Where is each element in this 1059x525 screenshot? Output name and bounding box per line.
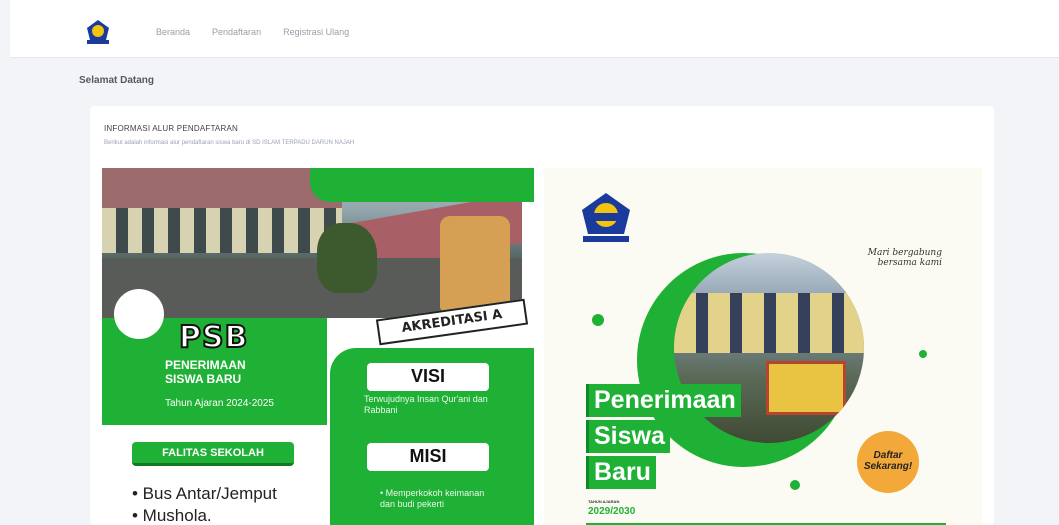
- headline-word: Siswa: [586, 420, 670, 453]
- invite-text: Mari bergabung bersama kami: [867, 248, 942, 268]
- school-emblem-icon: [582, 193, 630, 242]
- misi-text: • Memperkokoh keimanan dan budi pekerti: [380, 488, 485, 509]
- page-title: Selamat Datang: [79, 75, 155, 86]
- info-description: Berikut adalah informasi alur pendaftara…: [104, 140, 355, 146]
- info-title: INFORMASI ALUR PENDAFTARAN: [104, 124, 238, 133]
- nav-registrasi-ulang[interactable]: Registrasi Ulang: [283, 27, 349, 37]
- list-item: • Mushola.: [132, 506, 212, 525]
- nav-pendaftaran[interactable]: Pendaftaran: [212, 27, 261, 37]
- list-item: • Bus Antar/Jemput: [132, 484, 277, 503]
- misi-label: MISI: [367, 443, 489, 471]
- fasilitas-list: • Bus Antar/Jemput • Mushola.: [132, 483, 277, 525]
- main-nav: Beranda Pendaftaran Registrasi Ulang: [156, 27, 349, 37]
- penerimaan-poster: Mari bergabung bersama kami Penerimaan S…: [544, 168, 982, 525]
- headline-word: Baru: [586, 456, 656, 489]
- info-card: INFORMASI ALUR PENDAFTARAN Berikut adala…: [90, 106, 994, 525]
- psb-poster: PSB PENERIMAAN SISWA BARU Tahun Ajaran 2…: [102, 168, 534, 525]
- psb-heading: PSB: [178, 319, 249, 356]
- school-emblem-icon[interactable]: [84, 18, 112, 46]
- nav-beranda[interactable]: Beranda: [156, 27, 190, 37]
- tahun-value: 2029/2030: [588, 506, 636, 517]
- visi-text: Terwujudnya Insan Qur'ani dan Rabbani: [364, 394, 488, 415]
- psb-subtitle: PENERIMAAN SISWA BARU: [165, 358, 246, 386]
- visi-label: VISI: [367, 363, 489, 391]
- headline-word: Penerimaan: [586, 384, 741, 417]
- fasilitas-label: FALITAS SEKOLAH: [132, 442, 294, 466]
- top-navbar: Beranda Pendaftaran Registrasi Ulang: [10, 0, 1059, 58]
- daftar-sekarang-badge: Daftar Sekarang!: [857, 431, 919, 493]
- tahun-label: TAHUN AJARAN: [588, 499, 620, 504]
- psb-year: Tahun Ajaran 2024-2025: [165, 398, 274, 409]
